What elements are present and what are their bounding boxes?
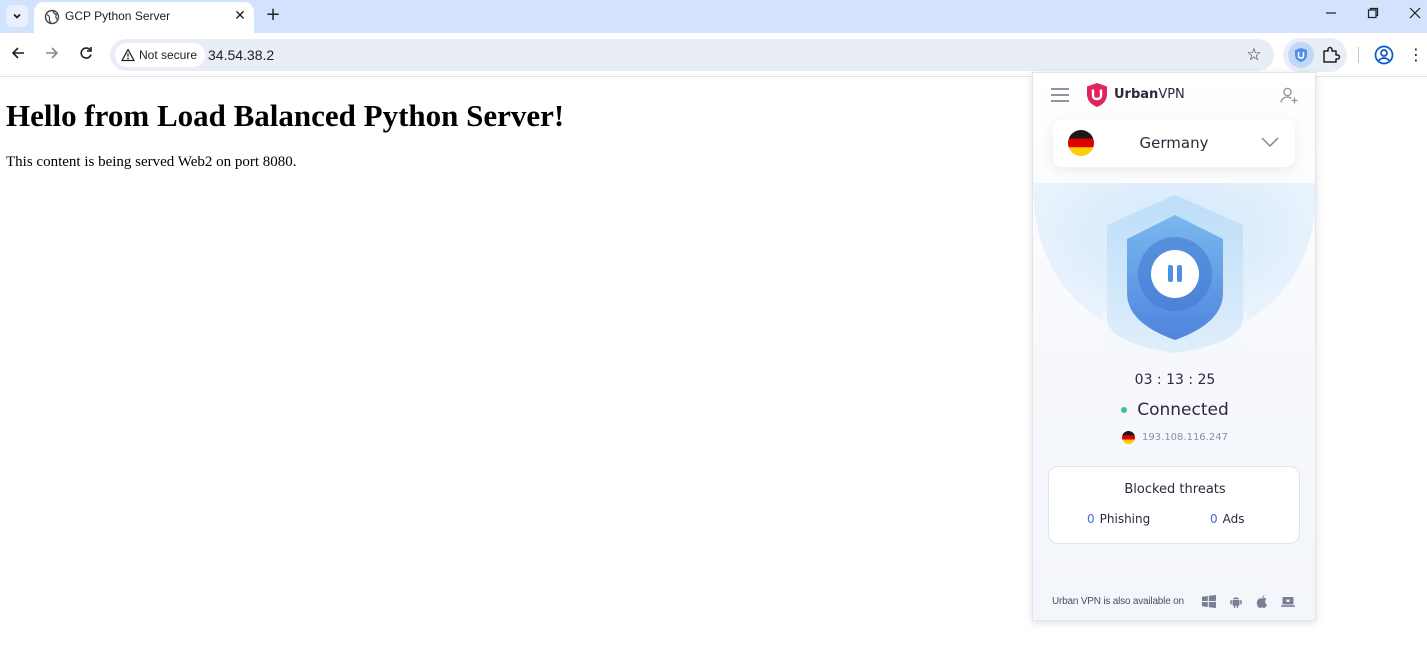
ip-address-row: 193.108.116.247 <box>1033 431 1315 444</box>
tab-close-icon[interactable]: ✕ <box>231 7 249 25</box>
warning-triangle-icon <box>121 48 135 62</box>
close-icon <box>1409 7 1421 19</box>
urbanvpn-logo-icon <box>1087 83 1107 107</box>
status-dot-icon <box>1121 407 1128 413</box>
page-body-text: This content is being served Web2 on por… <box>6 154 297 170</box>
browser-toolbar: Not secure 34.54.38.2 ☆ ⋮ <box>0 33 1427 77</box>
availability-text: Urban VPN is also available on <box>1052 596 1184 607</box>
germany-flag-small-icon <box>1122 431 1136 444</box>
status-text: Connected <box>1137 400 1229 420</box>
minimize-icon <box>1326 12 1336 14</box>
urbanvpn-extension-button[interactable] <box>1288 42 1314 68</box>
urbanvpn-popup: UrbanVPN Germany 03: 13: 25 Connected … <box>1032 72 1316 621</box>
reload-icon <box>80 47 92 59</box>
ip-address: 193.108.116.247 <box>1142 432 1228 443</box>
browser-menu-icon[interactable]: ⋮ <box>1408 44 1424 66</box>
blocked-threats-card: Blocked threats 0 Phishing 0 Ads <box>1048 466 1300 544</box>
extensions-area <box>1283 38 1347 72</box>
ads-count: 0 <box>1210 512 1218 526</box>
back-button[interactable] <box>6 43 30 67</box>
site-security-chip[interactable]: Not secure <box>115 43 206 67</box>
windows-icon[interactable] <box>1202 595 1216 608</box>
reload-button[interactable] <box>74 43 98 67</box>
tab-title: GCP Python Server <box>65 9 171 23</box>
toolbar-divider <box>1358 47 1359 63</box>
country-selector[interactable]: Germany <box>1053 119 1295 167</box>
phishing-count: 0 <box>1087 512 1095 526</box>
bookmark-star-icon[interactable]: ☆ <box>1244 45 1264 65</box>
laptop-icon[interactable] <box>1281 595 1295 608</box>
forward-arrow-icon <box>46 47 59 59</box>
restore-icon <box>1367 7 1379 19</box>
profile-avatar-icon[interactable] <box>1373 44 1395 66</box>
phishing-counter: 0 Phishing <box>1087 512 1150 526</box>
country-name: Germany <box>1139 134 1209 152</box>
connection-status: Connected <box>1033 400 1315 420</box>
minimize-button[interactable] <box>1313 2 1349 28</box>
tab-strip: GCP Python Server ✕ + <box>0 0 1427 33</box>
urbanvpn-shield-icon <box>1295 48 1307 62</box>
back-arrow-icon <box>11 47 24 59</box>
brand-bold: Urban <box>1114 87 1159 102</box>
add-user-icon[interactable] <box>1279 85 1299 105</box>
browser-tab[interactable]: GCP Python Server ✕ <box>34 2 254 33</box>
ads-counter: 0 Ads <box>1210 512 1245 526</box>
phishing-label: Phishing <box>1099 512 1151 526</box>
hamburger-menu-icon[interactable] <box>1051 88 1069 102</box>
page-heading: Hello from Load Balanced Python Server! <box>6 98 565 133</box>
restore-button[interactable] <box>1355 2 1391 28</box>
forward-button[interactable] <box>40 43 64 67</box>
security-label: Not secure <box>139 48 198 62</box>
extensions-puzzle-icon[interactable] <box>1321 45 1341 65</box>
chevron-down-icon <box>13 13 21 19</box>
urbanvpn-brand: UrbanVPN <box>1114 87 1185 102</box>
globe-icon <box>44 9 60 25</box>
connection-timer: 03 : 13 : 25 <box>1134 372 1216 388</box>
url-text[interactable]: 34.54.38.2 <box>208 47 274 63</box>
close-window-button[interactable] <box>1397 2 1427 28</box>
apple-icon[interactable] <box>1255 595 1269 608</box>
address-bar[interactable]: Not secure 34.54.38.2 ☆ <box>110 39 1274 71</box>
new-tab-button[interactable]: + <box>262 4 284 26</box>
pause-connection-shield-button[interactable] <box>1085 183 1265 353</box>
blocked-threats-title: Blocked threats <box>1124 482 1226 497</box>
android-icon[interactable] <box>1229 595 1243 608</box>
tab-search-button[interactable] <box>6 5 28 27</box>
ads-label: Ads <box>1222 512 1245 526</box>
brand-rest: VPN <box>1158 87 1185 102</box>
chevron-down-icon <box>1261 137 1279 147</box>
